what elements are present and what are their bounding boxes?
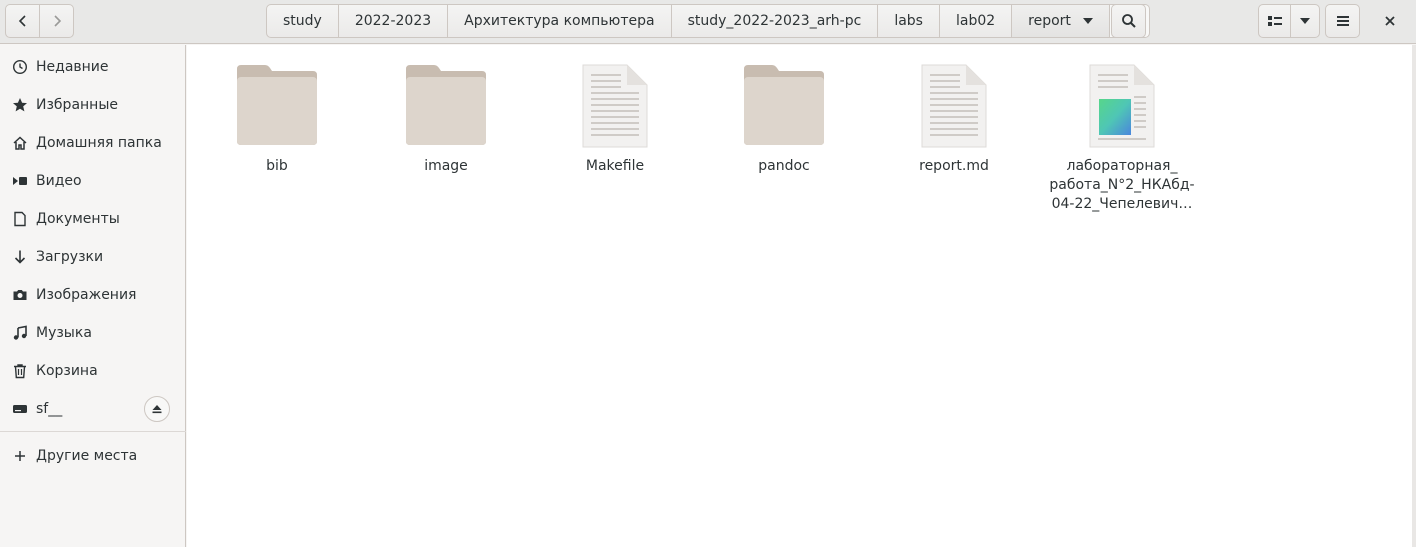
eject-icon: [152, 405, 162, 414]
file-name: pandoc: [758, 158, 810, 174]
path-crumb-labs[interactable]: labs: [878, 4, 940, 38]
document-image-icon: [1047, 63, 1197, 149]
file-item-pandoc[interactable]: pandoc: [709, 63, 859, 176]
camera-icon: [12, 287, 28, 303]
sidebar-item-sf[interactable]: sf__: [0, 391, 186, 427]
view-toggle-button[interactable]: [1258, 4, 1291, 38]
path-crumb-report[interactable]: report: [1012, 4, 1110, 38]
sidebar-item-recent[interactable]: Недавние: [0, 49, 186, 85]
folder-icon: [371, 63, 521, 149]
video-icon: [12, 173, 28, 189]
view-options-button[interactable]: [1290, 4, 1320, 38]
sidebar-item-trash[interactable]: Корзина: [0, 353, 186, 389]
folder-icon: [202, 63, 352, 149]
folder-icon: [709, 63, 859, 149]
sidebar-item-videos[interactable]: Видео: [0, 163, 186, 199]
download-icon: [12, 249, 28, 265]
path-crumb-label: report: [1028, 13, 1071, 29]
file-name: лабораторная_ работа_N°2_НКАбд-04-22_Чеп…: [1049, 158, 1195, 212]
dropdown-arrow-icon: [1300, 18, 1310, 24]
sidebar-item-label: Загрузки: [36, 249, 104, 265]
path-crumb-label: study: [283, 13, 322, 29]
path-bar: study 2022-2023 Архитектура компьютера s…: [266, 4, 1150, 38]
hamburger-icon: [1336, 16, 1349, 26]
chevron-left-icon: [18, 15, 26, 27]
drive-icon: [12, 401, 28, 417]
sidebar-item-home[interactable]: Домашняя папка: [0, 125, 186, 161]
sidebar-item-label: Недавние: [36, 59, 109, 75]
close-icon: [1385, 16, 1395, 26]
file-item-bib[interactable]: bib: [202, 63, 352, 176]
file-name: Makefile: [585, 158, 645, 174]
sidebar-item-starred[interactable]: Избранные: [0, 87, 186, 123]
close-window-button[interactable]: [1375, 6, 1405, 36]
places-sidebar: Недавние Избранные Домашняя папка Видео …: [0, 45, 186, 547]
music-icon: [12, 325, 28, 341]
sidebar-item-pictures[interactable]: Изображения: [0, 277, 186, 313]
file-name: report.md: [919, 158, 989, 174]
path-crumb-2022-2023[interactable]: 2022-2023: [338, 4, 449, 38]
sidebar-item-documents[interactable]: Документы: [0, 201, 186, 237]
home-icon: [12, 135, 28, 151]
path-crumb-arch[interactable]: Архитектура компьютера: [448, 4, 672, 38]
text-file-icon: [540, 63, 690, 149]
path-crumb-label: lab02: [955, 13, 996, 29]
plus-icon: [12, 448, 28, 464]
path-crumb-label: study_2022-2023_arh-pc: [687, 13, 862, 29]
file-name: image: [424, 158, 468, 174]
sidebar-item-label: Другие места: [36, 448, 138, 464]
sidebar-item-label: Музыка: [36, 325, 92, 341]
sidebar-item-label: Домашняя папка: [36, 135, 162, 151]
file-name: bib: [266, 158, 288, 174]
path-crumb-study-arh-pc[interactable]: study_2022-2023_arh-pc: [671, 4, 879, 38]
search-button[interactable]: [1111, 4, 1146, 38]
sidebar-separator: [0, 431, 186, 432]
file-item-image[interactable]: image: [371, 63, 521, 176]
path-crumb-lab02[interactable]: lab02: [939, 4, 1013, 38]
forward-button[interactable]: [39, 4, 74, 38]
star-icon: [12, 97, 28, 113]
trash-icon: [12, 363, 28, 379]
sidebar-item-downloads[interactable]: Загрузки: [0, 239, 186, 275]
path-crumb-label: labs: [894, 13, 923, 29]
dropdown-arrow-icon: [1082, 18, 1093, 24]
path-crumb-label: Архитектура компьютера: [464, 13, 655, 29]
file-grid: bib image Makefile pandoc report.md лабо…: [187, 45, 1416, 547]
path-crumb-study[interactable]: study: [266, 4, 339, 38]
sidebar-item-other-places[interactable]: Другие места: [0, 438, 186, 474]
sidebar-item-label: Избранные: [36, 97, 118, 113]
clock-icon: [12, 59, 28, 75]
sidebar-item-label: Корзина: [36, 363, 98, 379]
sidebar-item-label: Видео: [36, 173, 82, 189]
back-button[interactable]: [5, 4, 40, 38]
header-bar: study 2022-2023 Архитектура компьютера s…: [0, 0, 1416, 44]
path-crumb-label: 2022-2023: [354, 13, 432, 29]
text-file-icon: [879, 63, 1029, 149]
list-view-icon: [1267, 16, 1282, 26]
file-item-lab-document[interactable]: лабораторная_ работа_N°2_НКАбд-04-22_Чеп…: [1047, 63, 1197, 214]
sidebar-item-label: sf__: [36, 401, 63, 417]
file-item-report-md[interactable]: report.md: [879, 63, 1029, 176]
sidebar-item-label: Документы: [36, 211, 120, 227]
sidebar-item-label: Изображения: [36, 287, 137, 303]
search-icon: [1121, 14, 1136, 28]
main-menu-button[interactable]: [1325, 4, 1360, 38]
sidebar-item-music[interactable]: Музыка: [0, 315, 186, 351]
file-item-makefile[interactable]: Makefile: [540, 63, 690, 176]
chevron-right-icon: [53, 15, 61, 27]
scrollbar-track[interactable]: [1412, 45, 1416, 547]
document-icon: [12, 211, 28, 227]
eject-button[interactable]: [144, 396, 170, 422]
